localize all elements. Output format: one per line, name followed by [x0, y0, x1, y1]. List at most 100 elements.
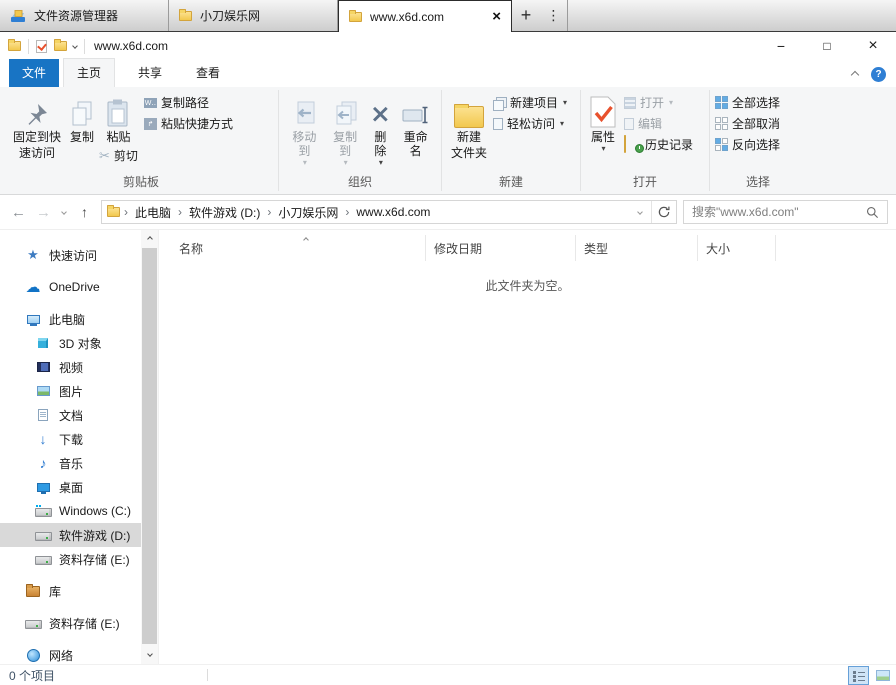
forward-button[interactable]: →: [31, 200, 56, 224]
collapse-ribbon-icon[interactable]: [851, 70, 859, 78]
scroll-up-icon[interactable]: [141, 230, 158, 247]
download-arrow-icon: ↓: [35, 431, 51, 447]
sidebar-item-this-pc[interactable]: 此电脑: [0, 307, 141, 331]
ribbon-tab-file[interactable]: 文件: [9, 59, 59, 87]
column-header-type[interactable]: 类型: [576, 235, 698, 261]
copy-to-button[interactable]: 复制到 ▾: [325, 91, 366, 167]
new-tab-button[interactable]: +: [512, 0, 540, 31]
quick-access-new-folder-icon[interactable]: [54, 41, 67, 51]
tab-file-explorer[interactable]: 文件资源管理器: [0, 0, 169, 31]
column-header-size[interactable]: 大小: [698, 235, 776, 261]
group-label-select: 选择: [710, 174, 806, 194]
properties-icon: [590, 92, 616, 128]
thumbnails-view-button[interactable]: [872, 666, 893, 685]
scroll-down-icon[interactable]: [141, 645, 158, 662]
easy-access-button[interactable]: 轻松访问 ▾: [493, 115, 567, 132]
move-to-button[interactable]: 移动到 ▾: [284, 91, 325, 167]
customize-toolbar-chevron-icon[interactable]: [72, 43, 78, 49]
sidebar-item-drive-c[interactable]: Windows (C:): [0, 499, 141, 523]
maximize-button[interactable]: □: [804, 32, 850, 60]
sidebar-item-downloads[interactable]: ↓ 下载: [0, 427, 141, 451]
sidebar-item-documents[interactable]: 文档: [0, 403, 141, 427]
file-list-pane: 名称 修改日期 类型 大小 此文件夹为空。: [158, 230, 896, 664]
column-header-date-modified[interactable]: 修改日期: [426, 235, 576, 261]
crumb-drive-d[interactable]: 软件游戏 (D:): [186, 204, 263, 221]
sidebar-item-onedrive[interactable]: ☁ OneDrive: [0, 275, 141, 299]
back-button[interactable]: ←: [6, 200, 31, 224]
quick-access-properties-icon[interactable]: [36, 40, 47, 53]
ribbon-tab-share[interactable]: 共享: [125, 59, 175, 87]
recent-locations-button[interactable]: [56, 200, 72, 224]
pin-to-quick-access-button[interactable]: 固定到快 速访问: [9, 91, 65, 160]
sidebar-item-drive-e[interactable]: 资料存储 (E:): [0, 547, 141, 571]
sidebar-item-network[interactable]: 网络: [0, 643, 141, 664]
tab-menu-button[interactable]: ⋮: [540, 0, 568, 31]
address-bar: ← → ↑ › 此电脑 › 软件游戏 (D:) › 小刀娱乐网 › www.x6…: [0, 195, 896, 230]
rename-button[interactable]: 重命名: [395, 91, 436, 158]
scrollbar-thumb[interactable]: [142, 248, 157, 644]
tab-xiaodao[interactable]: 小刀娱乐网: [169, 0, 338, 31]
properties-button[interactable]: 属性 ▾: [586, 91, 620, 153]
details-view-button[interactable]: [848, 666, 869, 685]
divider: [28, 39, 29, 54]
delete-button[interactable]: × 删除 ▾: [365, 91, 395, 167]
breadcrumb[interactable]: › 此电脑 › 软件游戏 (D:) › 小刀娱乐网 › www.x6d.com: [101, 200, 677, 224]
app-folder-icon: [8, 41, 21, 51]
divider: [84, 39, 85, 54]
library-icon: [25, 586, 41, 597]
close-button[interactable]: ×: [850, 32, 896, 60]
sidebar-item-quick-access[interactable]: ★ 快速访问: [0, 243, 141, 267]
crumb-xiaodao[interactable]: 小刀娱乐网: [275, 204, 341, 221]
paste-shortcut-icon: ↱: [144, 118, 157, 130]
sidebar-item-videos[interactable]: 视频: [0, 355, 141, 379]
search-icon[interactable]: [860, 206, 884, 219]
crumb-this-pc[interactable]: 此电脑: [132, 204, 174, 221]
tab-www-x6d-active[interactable]: www.x6d.com ×: [338, 0, 512, 32]
minimize-button[interactable]: −: [758, 32, 804, 60]
close-tab-icon[interactable]: ×: [492, 9, 501, 24]
select-none-button[interactable]: 全部取消: [715, 115, 780, 132]
sidebar-item-pictures[interactable]: 图片: [0, 379, 141, 403]
edit-button[interactable]: 编辑: [624, 115, 693, 132]
sidebar-item-libraries[interactable]: 库: [0, 579, 141, 603]
invert-selection-button[interactable]: 反向选择: [715, 136, 780, 153]
content-area: ★ 快速访问 ☁ OneDrive 此电脑 3D 对象 视频: [0, 230, 896, 664]
sidebar-item-storage-e[interactable]: 资料存储 (E:): [0, 611, 141, 635]
new-item-button[interactable]: 新建项目 ▾: [493, 94, 567, 111]
copy-path-icon: W‥: [144, 98, 157, 108]
ribbon-tab-home[interactable]: 主页: [63, 58, 115, 87]
search-input[interactable]: [692, 205, 860, 219]
crumb-current[interactable]: www.x6d.com: [353, 205, 433, 219]
sidebar-item-3d-objects[interactable]: 3D 对象: [0, 331, 141, 355]
sidebar-item-desktop[interactable]: 桌面: [0, 475, 141, 499]
pin-icon: [25, 92, 49, 128]
sidebar-item-music[interactable]: ♪ 音乐: [0, 451, 141, 475]
title-bar: www.x6d.com − □ ×: [0, 32, 896, 60]
copy-button[interactable]: 复制: [65, 91, 99, 144]
cut-button[interactable]: ✂ 剪切: [99, 147, 138, 164]
network-globe-icon: [25, 649, 41, 662]
copy-path-button[interactable]: W‥ 复制路径: [144, 94, 233, 111]
crumb-separator: ›: [174, 205, 186, 219]
open-button[interactable]: 打开 ▾: [624, 94, 693, 111]
new-folder-button[interactable]: 新建 文件夹: [447, 91, 491, 160]
paste-button[interactable]: 粘贴: [102, 91, 134, 144]
invert-selection-icon: [715, 138, 728, 151]
refresh-icon[interactable]: [652, 205, 676, 219]
ribbon-tab-view[interactable]: 查看: [183, 59, 233, 87]
sidebar-scrollbar[interactable]: [141, 230, 158, 664]
drive-icon: [25, 617, 41, 629]
history-button[interactable]: 历史记录: [624, 136, 693, 153]
select-all-button[interactable]: 全部选择: [715, 94, 780, 111]
open-icon: [624, 97, 636, 109]
crumb-separator: ›: [341, 205, 353, 219]
divider: [207, 669, 208, 681]
paste-shortcut-button[interactable]: ↱ 粘贴快捷方式: [144, 115, 233, 132]
up-button[interactable]: ↑: [72, 200, 97, 224]
column-header-name[interactable]: 名称: [171, 235, 426, 261]
tab-label: 小刀娱乐网: [200, 7, 260, 24]
sidebar-item-drive-d-selected[interactable]: 软件游戏 (D:): [0, 523, 141, 547]
address-dropdown-icon[interactable]: [629, 210, 651, 214]
help-icon[interactable]: ?: [871, 67, 886, 82]
drive-icon: [35, 529, 51, 541]
